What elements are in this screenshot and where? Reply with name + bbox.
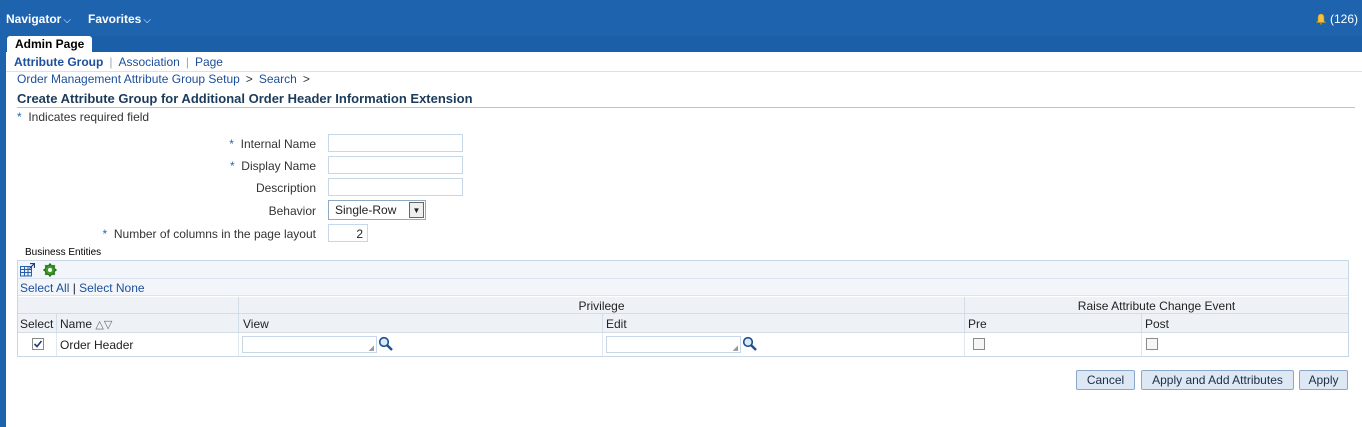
select-all-link[interactable]: Select All	[20, 281, 69, 295]
subnav-separator: |	[109, 55, 113, 69]
columns-input[interactable]: 2	[328, 224, 368, 242]
breadcrumb-link[interactable]: Search	[259, 72, 297, 86]
select-none-link[interactable]: Select None	[79, 281, 144, 295]
internal-name-label: Internal Name	[240, 137, 316, 151]
breadcrumb: Order Management Attribute Group Setup > S…	[17, 72, 316, 86]
required-star: *	[229, 137, 234, 151]
header-privilege: Privilege	[239, 297, 965, 314]
display-name-input[interactable]	[328, 156, 463, 174]
edit-privilege-input[interactable]: ◢	[606, 336, 741, 353]
table-row-edit-cell: ◢	[603, 333, 965, 356]
behavior-label: Behavior	[268, 204, 316, 218]
header-edit: Edit	[603, 314, 965, 333]
global-header: Navigator ⌵ Favorites ⌵ (126)	[0, 0, 1362, 36]
tab-label: Admin Page	[15, 37, 85, 51]
breadcrumb-separator: >	[245, 72, 253, 86]
behavior-select[interactable]: Single-Row ▼	[328, 200, 426, 220]
apply-button[interactable]: Apply	[1299, 370, 1348, 390]
selection-bar: Select All | Select None	[18, 279, 1348, 296]
detach-table-icon[interactable]	[20, 263, 35, 277]
header-spacer	[18, 297, 239, 314]
dropdown-arrow-icon: ▼	[409, 202, 424, 218]
checkmark-icon	[33, 340, 43, 348]
row-select-checkbox[interactable]	[32, 338, 44, 350]
pre-checkbox[interactable]	[973, 338, 985, 350]
sort-descending-icon[interactable]: ▽	[104, 319, 112, 331]
table-row-name: Order Header	[57, 333, 239, 356]
columns-label: Number of columns in the page layout	[113, 227, 316, 241]
table-toolbar	[18, 261, 1348, 279]
tab-admin-page[interactable]: Admin Page	[7, 36, 93, 52]
internal-name-input[interactable]	[328, 134, 463, 152]
behavior-value: Single-Row	[335, 203, 397, 217]
header-raise-event: Raise Attribute Change Event	[965, 297, 1348, 314]
search-icon[interactable]	[742, 336, 758, 352]
select-separator: |	[72, 281, 76, 295]
navigator-menu[interactable]: Navigator ⌵	[6, 12, 71, 26]
post-checkbox[interactable]	[1146, 338, 1158, 350]
main-content: Attribute Group | Association | Page Order M…	[6, 52, 1362, 427]
breadcrumb-link[interactable]: Order Management Attribute Group Setup	[17, 72, 240, 86]
chevron-down-icon: ⌵	[143, 15, 151, 26]
required-star: *	[229, 159, 235, 173]
search-icon[interactable]	[378, 336, 394, 352]
required-note-text: Indicates required field	[28, 110, 150, 124]
breadcrumb-separator: >	[302, 72, 310, 86]
behavior-row: Behavior	[6, 204, 316, 218]
header-pre: Pre	[965, 314, 1142, 333]
description-label: Description	[255, 181, 316, 195]
chevron-down-icon: ⌵	[63, 15, 71, 26]
favorites-menu[interactable]: Favorites ⌵	[88, 12, 151, 26]
description-row: Description	[6, 181, 316, 195]
cancel-button[interactable]: Cancel	[1076, 370, 1135, 390]
apply-and-add-attributes-button[interactable]: Apply and Add Attributes	[1141, 370, 1294, 390]
header-name-label: Name	[60, 317, 93, 331]
table-row-pre-cell	[965, 333, 1142, 356]
display-name-label: Display Name	[241, 159, 316, 173]
gear-icon[interactable]	[43, 263, 57, 277]
required-note: * Indicates required field	[17, 110, 149, 124]
bell-icon	[1315, 13, 1327, 25]
sub-navigation: Attribute Group | Association | Page	[6, 52, 1362, 72]
subnav-attribute-group[interactable]: Attribute Group	[14, 55, 103, 69]
subnav-association[interactable]: Association	[118, 55, 179, 69]
header-name[interactable]: Name △▽	[57, 314, 239, 333]
notification-count: (126)	[1329, 12, 1358, 26]
business-entities-table: Select All | Select None Privilege Raise…	[17, 260, 1349, 357]
columns-row: * Number of columns in the page layout	[6, 227, 316, 241]
favorites-label: Favorites	[88, 12, 142, 26]
page-title: Create Attribute Group for Additional Or…	[17, 91, 1355, 108]
table-row-select-cell	[18, 333, 57, 356]
header-post: Post	[1142, 314, 1348, 333]
business-entities-label: Business Entities	[25, 247, 102, 258]
navigator-label: Navigator	[6, 12, 62, 26]
display-name-row: * Display Name	[6, 159, 316, 173]
internal-name-row: * Internal Name	[6, 137, 316, 151]
table-row-view-cell: ◢	[239, 333, 603, 356]
resize-grip-icon: ◢	[732, 345, 738, 352]
required-star: *	[102, 227, 108, 241]
notifications[interactable]: (126)	[1315, 12, 1358, 26]
table-row-post-cell	[1142, 333, 1348, 356]
header-select: Select	[18, 314, 57, 333]
sort-ascending-icon[interactable]: △	[95, 319, 103, 331]
header-view: View	[239, 314, 603, 333]
view-privilege-input[interactable]: ◢	[242, 336, 377, 353]
subnav-page[interactable]: Page	[195, 55, 223, 69]
resize-grip-icon: ◢	[368, 345, 374, 352]
description-input[interactable]	[328, 178, 463, 196]
subnav-separator: |	[185, 55, 189, 69]
required-star: *	[17, 110, 22, 124]
